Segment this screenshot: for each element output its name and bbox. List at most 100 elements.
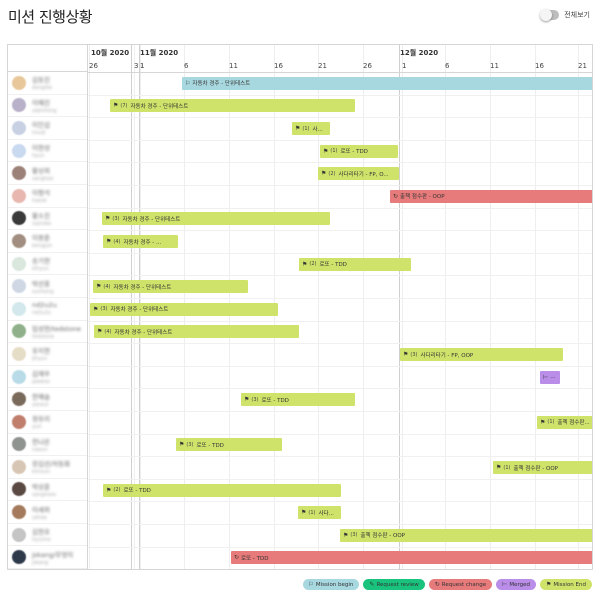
user-id: donglee bbox=[32, 85, 53, 92]
user-name: 이세희 bbox=[32, 505, 50, 514]
user-name: 한예슬 bbox=[32, 392, 50, 401]
mission-end-icon: ⚑ bbox=[96, 283, 102, 291]
user-name: 박선홍 bbox=[32, 279, 50, 288]
user-id: yuri bbox=[32, 424, 42, 431]
mission-bar-mission-end[interactable]: ⚑ (4) 자동차 경주 - ... bbox=[103, 235, 178, 248]
user-row[interactable]: 임성현/tedstone tedstone bbox=[8, 321, 87, 344]
user-id: sanghoon bbox=[32, 491, 57, 498]
mission-bar-mission-begin[interactable]: ⚐ 자동차 경주 - 단위테스트 bbox=[182, 76, 592, 90]
mission-bar-mission-end[interactable]: ⚑ (3) 출첵 점수판 - OOP bbox=[340, 528, 592, 542]
mission-bar-mission-end[interactable]: ⚑ (3) 로또 - TDD bbox=[241, 393, 355, 407]
mission-label: 자동차 경주 - 단위테스트 bbox=[192, 81, 251, 88]
user-row[interactable]: 김재우 jaewoo bbox=[8, 366, 87, 389]
user-row[interactable]: 박상훈 sanghoon bbox=[8, 479, 87, 502]
user-id: hyun bbox=[32, 153, 45, 160]
user-id: hyunho bbox=[32, 537, 51, 544]
mission-label: 자동차 경주 - 단위테스트 bbox=[113, 284, 172, 291]
day-tick-label: 6 bbox=[445, 62, 450, 70]
user-row[interactable]: 한예슬 yeseul bbox=[8, 388, 87, 411]
show-all-toggle[interactable] bbox=[540, 9, 560, 21]
mission-label: 로또 - TDD bbox=[123, 488, 151, 495]
user-row[interactable]: 김동진 donglee bbox=[8, 72, 87, 95]
row-divider bbox=[88, 433, 592, 435]
mission-bar-mission-end[interactable]: ⚑ (3) 로또 - TDD bbox=[176, 438, 282, 452]
row-divider bbox=[88, 298, 592, 299]
mission-bar-mission-end[interactable]: ⚑ (1) 사... bbox=[292, 122, 330, 135]
mission-end-icon: ⚑ bbox=[97, 328, 103, 336]
day-tick-label: 11 bbox=[229, 62, 238, 70]
user-row[interactable]: 송기현 kihyun bbox=[8, 253, 87, 276]
legend-merged: ⊢ Merged bbox=[496, 579, 537, 590]
mission-bar-mission-end[interactable]: ⚑ (3) 자동차 경주 - 단위테스트 bbox=[90, 302, 278, 316]
mission-bar-mission-end[interactable]: ⚑ (1) 출첵 점수판... bbox=[537, 415, 592, 429]
row-divider bbox=[88, 185, 592, 186]
mission-begin-icon: ⚐ bbox=[308, 581, 314, 588]
user-row[interactable]: 장김선/자동화 kimsun bbox=[8, 456, 87, 479]
commit-count: (4) bbox=[113, 238, 121, 245]
mission-bar-request-change[interactable]: ↻ 로또 - TDD bbox=[231, 551, 592, 565]
user-row[interactable]: 이형석 hseok bbox=[8, 185, 87, 208]
user-row[interactable]: 이인섭 insub bbox=[8, 117, 87, 140]
legend-label: Mission begin bbox=[315, 581, 354, 588]
user-id: yeseul bbox=[32, 401, 49, 408]
user-row[interactable]: 황상희 sanghee bbox=[8, 162, 87, 185]
user-row[interactable]: 정유리 yuri bbox=[8, 411, 87, 434]
mission-label: 사... bbox=[312, 126, 323, 133]
user-name: 김재우 bbox=[32, 370, 50, 379]
avatar bbox=[12, 437, 26, 452]
user-info: 송기현 kihyun bbox=[32, 255, 50, 272]
day-tick-label: 1 bbox=[140, 62, 145, 70]
mission-bar-mission-end[interactable]: ⚑ (2) 로또 - TDD bbox=[299, 257, 411, 271]
mission-end-icon: ⚑ bbox=[343, 531, 349, 539]
user-name: 한나은 bbox=[32, 437, 50, 446]
user-row[interactable]: 김현호 hyunho bbox=[8, 524, 87, 547]
avatar bbox=[12, 324, 26, 339]
legend-label: Merged bbox=[509, 581, 531, 588]
mission-bar-merged[interactable]: ⊢... bbox=[540, 370, 560, 384]
user-column-header bbox=[8, 45, 87, 72]
user-id: sojinlee bbox=[32, 220, 52, 227]
mission-bar-mission-end[interactable]: ⚑ (1) 로또 - TDD bbox=[320, 144, 398, 158]
user-row[interactable]: 유지현 jihyun bbox=[8, 343, 87, 366]
show-all-label: 전체보기 bbox=[564, 11, 590, 19]
avatar bbox=[12, 256, 26, 271]
avatar bbox=[12, 98, 26, 113]
user-id: hseok bbox=[32, 198, 47, 205]
mission-bar-mission-end[interactable]: ⚑ (1) 출첵 점수판 - OOP bbox=[493, 461, 592, 474]
mission-label: 자동차 경주 - 단위테스트 bbox=[114, 329, 173, 336]
user-row[interactable]: 박선홍 sunhong bbox=[8, 275, 87, 298]
user-row[interactable]: jskang/무엇이 jskang bbox=[8, 546, 87, 569]
user-row[interactable]: nd2u2u nd2u2u bbox=[8, 298, 87, 321]
user-row[interactable]: 이봉준 bongjun bbox=[8, 230, 87, 253]
month-label: 12월 2020 bbox=[400, 49, 439, 57]
user-info: 이현성 hyun bbox=[32, 142, 50, 159]
user-row[interactable]: 황소진 sojinlee bbox=[8, 208, 87, 231]
row-divider bbox=[88, 117, 592, 119]
mission-bar-mission-end[interactable]: ⚑ (2) 로또 - TDD bbox=[103, 483, 341, 497]
mission-bar-mission-end[interactable]: ⚑ (7) 자동차 경주 - 단위테스트 bbox=[110, 99, 355, 113]
user-id: nd2u2u bbox=[32, 310, 52, 317]
day-tick-label: 21 bbox=[578, 62, 587, 70]
mission-bar-mission-end[interactable]: ⚑ (1) 사다... bbox=[298, 506, 341, 520]
mission-bar-mission-end[interactable]: ⚑ (3) 사다리타기 - FP, OOP bbox=[400, 348, 563, 361]
user-name: 장김선/자동화 bbox=[32, 460, 71, 469]
month-label: 10월 2020 bbox=[91, 49, 130, 57]
user-row[interactable]: 이예진 yejinhong bbox=[8, 95, 87, 118]
user-row[interactable]: 이현성 hyun bbox=[8, 140, 87, 163]
user-name: 이인섭 bbox=[32, 121, 50, 130]
user-row[interactable]: 이세희 sehee bbox=[8, 501, 87, 524]
user-name: 이봉준 bbox=[32, 234, 50, 243]
grid-line bbox=[402, 45, 403, 569]
user-row[interactable]: 한나은 naeun bbox=[8, 434, 87, 457]
mission-bar-mission-end[interactable]: ⚑ (2) 사다리타기 - FP, O... bbox=[318, 167, 399, 181]
avatar bbox=[12, 392, 26, 407]
user-info: 김재우 jaewoo bbox=[32, 368, 50, 385]
mission-bar-mission-end[interactable]: ⚑ (4) 자동차 경주 - 단위테스트 bbox=[94, 325, 299, 339]
mission-end-icon: ⚑ bbox=[540, 418, 546, 426]
mission-bar-request-change[interactable]: ↻ 출첵 점수판 - OOP bbox=[390, 189, 592, 203]
mission-bar-mission-end[interactable]: ⚑ (3) 자동차 경주 - 단위테스트 bbox=[102, 212, 330, 226]
mission-begin-icon: ⚐ bbox=[185, 79, 191, 87]
user-name: 이형석 bbox=[32, 189, 50, 198]
mission-bar-mission-end[interactable]: ⚑ (4) 자동차 경주 - 단위테스트 bbox=[93, 280, 248, 294]
mission-label: 자동차 경주 - 단위테스트 bbox=[130, 103, 189, 110]
